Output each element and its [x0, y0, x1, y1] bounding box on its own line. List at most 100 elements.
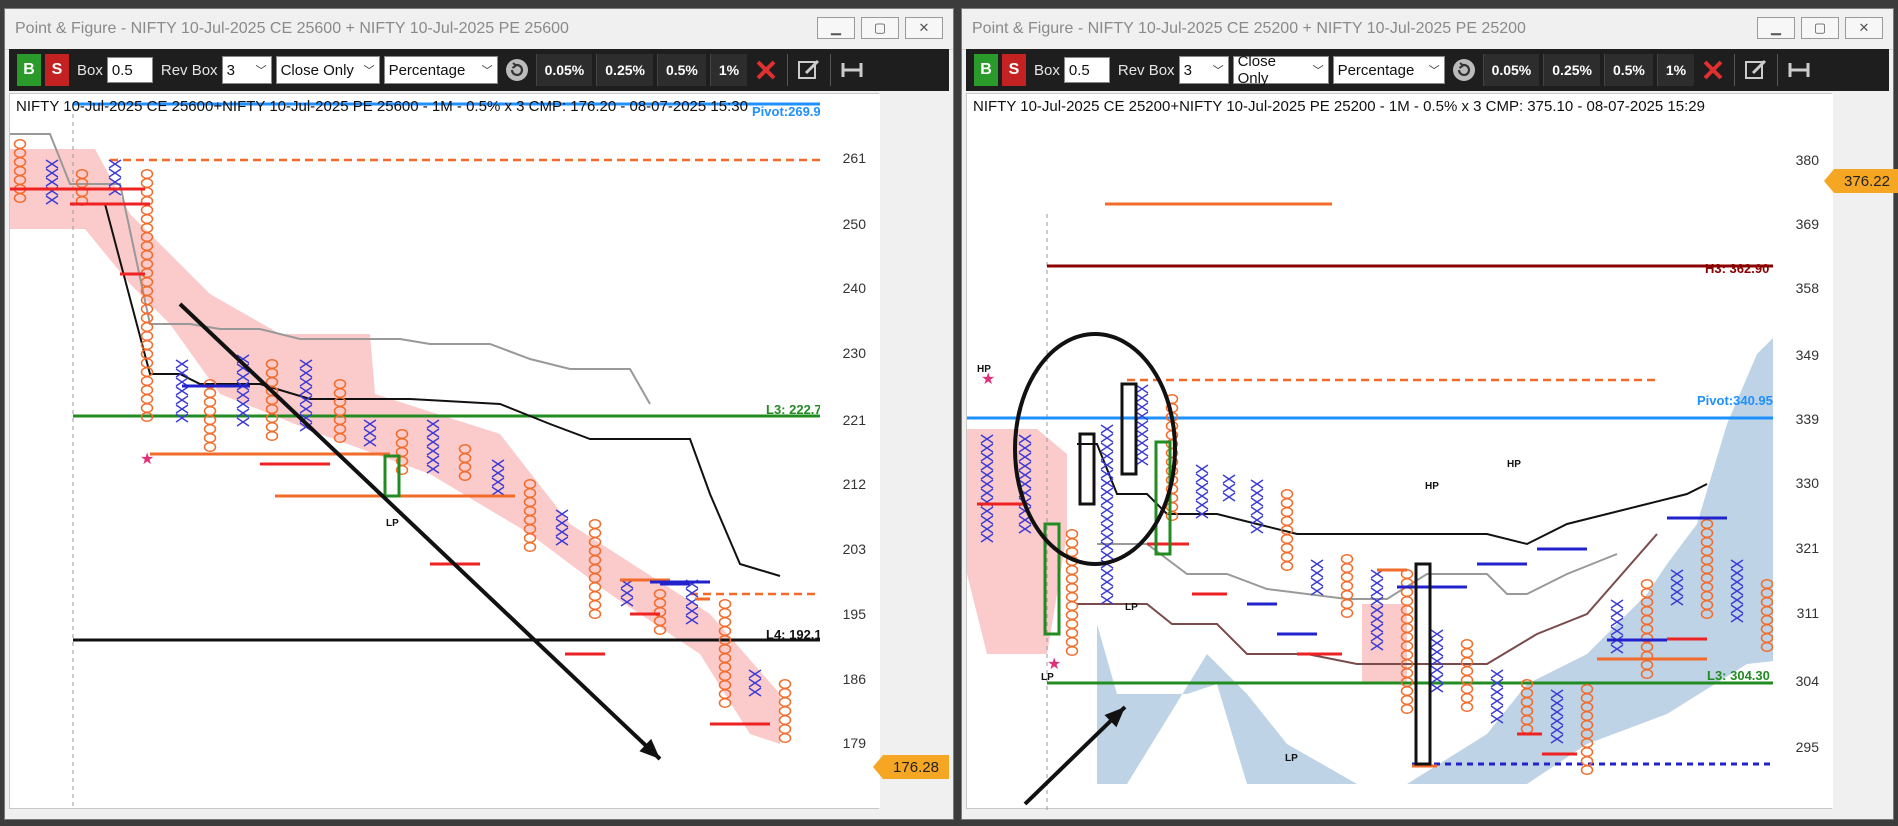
o-box	[588, 590, 602, 602]
o-box	[1460, 665, 1474, 677]
chevron-down-icon: ﹀	[1312, 65, 1324, 77]
pct-0-05-button[interactable]: 0.05%	[535, 54, 593, 86]
maximize-icon[interactable]: ▢	[1801, 17, 1839, 39]
refresh-icon[interactable]	[502, 55, 532, 85]
left-toolbar: B S Box 0.5 Rev Box 3 ﹀ Close Only ﹀ Perce…	[9, 49, 949, 91]
o-box	[523, 541, 537, 553]
x-box	[1490, 669, 1504, 679]
o-box	[1460, 683, 1474, 695]
x-box	[1100, 532, 1114, 542]
pct-0-5-button[interactable]: 0.5%	[1603, 54, 1653, 86]
resistance-cloud	[1362, 604, 1407, 684]
right-chart-area[interactable]: ★ ★ NIFTY 10-Jul-2025 CE 25200+NIFTY 10-J…	[966, 93, 1833, 810]
x-box	[1100, 595, 1114, 605]
close-icon[interactable]: ✕	[1845, 17, 1883, 39]
method-select[interactable]: Close Only ﹀	[1232, 53, 1329, 87]
right-title-bar[interactable]: Point & Figure - NIFTY 10-Jul-2025 CE 25…	[962, 9, 1893, 50]
pct-1-button[interactable]: 1%	[709, 54, 748, 86]
pin-icon[interactable]	[837, 55, 867, 85]
o-box	[1165, 501, 1179, 513]
lp-marker: LP	[386, 518, 399, 529]
box-label: Box	[1034, 61, 1060, 79]
x-box	[175, 404, 189, 414]
rev-box-label: Rev Box	[1117, 61, 1175, 79]
o-box	[1340, 571, 1354, 583]
pivot-label: Pivot:269.90	[752, 104, 828, 119]
o-box	[1165, 510, 1179, 522]
pct-0-5-button[interactable]: 0.5%	[656, 54, 706, 86]
x-box	[1222, 492, 1236, 502]
close-icon[interactable]: ✕	[905, 17, 943, 39]
refresh-icon[interactable]	[1449, 55, 1479, 85]
price-tick: 186	[842, 671, 866, 687]
left-chart-info: NIFTY 10-Jul-2025 CE 25600+NIFTY 10-Jul-…	[16, 98, 748, 115]
pin-icon[interactable]	[1784, 55, 1814, 85]
o-box	[203, 441, 217, 453]
chevron-down-icon: ﹀	[363, 65, 375, 77]
support-cloud	[1097, 314, 1833, 784]
price-tick: 195	[842, 606, 866, 622]
sell-button[interactable]: S	[1002, 54, 1026, 86]
lp-marker: LP	[1125, 602, 1138, 613]
maximize-icon[interactable]: ▢	[861, 17, 899, 39]
o-box	[1340, 607, 1354, 619]
right-pnf-chart: ★★	[967, 202, 1833, 810]
minimize-icon[interactable]: ▁	[817, 17, 855, 39]
chevron-down-icon: ﹀	[255, 65, 267, 77]
x-box	[1222, 483, 1236, 493]
x-box	[1100, 577, 1114, 587]
price-tick: 339	[1795, 411, 1819, 427]
x-box	[1490, 696, 1504, 706]
edit-icon[interactable]	[794, 55, 824, 85]
o-box	[778, 723, 792, 735]
x-box	[236, 417, 250, 427]
method-value: Close Only	[1237, 53, 1276, 87]
buy-button[interactable]: B	[17, 54, 41, 86]
chevron-down-icon: ﹀	[1212, 65, 1224, 77]
o-box	[588, 608, 602, 620]
h3-label: H3: 362.90	[1705, 261, 1770, 276]
left-chart-area[interactable]: ★ NIFTY 10-Jul-2025 CE 25600+NIFTY 10-Ju…	[9, 93, 880, 810]
o-box	[1065, 537, 1079, 549]
delete-icon[interactable]	[1698, 55, 1728, 85]
sell-button[interactable]: S	[45, 54, 69, 86]
o-box	[1065, 591, 1079, 603]
price-tick: 330	[1795, 475, 1819, 491]
o-box	[1340, 580, 1354, 592]
o-box	[1280, 560, 1294, 572]
o-box	[778, 696, 792, 708]
price-tick: 349	[1795, 347, 1819, 363]
o-box	[203, 396, 217, 408]
trend-arrow	[178, 302, 662, 761]
pct-0-25-button[interactable]: 0.25%	[596, 54, 653, 86]
scale-select[interactable]: Percentage ﹀	[1332, 56, 1445, 84]
rev-box-select[interactable]: 3 ﹀	[1178, 56, 1229, 84]
method-select[interactable]: Close Only ﹀	[275, 56, 380, 84]
rev-box-value: 3	[1183, 61, 1192, 79]
x-box	[1250, 479, 1264, 489]
x-box	[1100, 550, 1114, 560]
x-box	[1100, 523, 1114, 533]
o-box	[1280, 533, 1294, 545]
price-tick: 250	[842, 216, 866, 232]
o-box	[1280, 488, 1294, 500]
left-title-bar[interactable]: Point & Figure - NIFTY 10-Jul-2025 CE 25…	[5, 9, 953, 50]
box-size-input[interactable]: 0.5	[106, 57, 153, 83]
x-box	[1430, 629, 1444, 639]
rev-box-select[interactable]: 3 ﹀	[221, 56, 272, 84]
o-box	[140, 366, 154, 378]
box-size-input[interactable]: 0.5	[1063, 57, 1110, 83]
delete-icon[interactable]	[751, 55, 781, 85]
o-box	[140, 213, 154, 225]
pct-0-05-button[interactable]: 0.05%	[1482, 54, 1540, 86]
scale-select[interactable]: Percentage ﹀	[383, 56, 498, 84]
pct-0-25-button[interactable]: 0.25%	[1543, 54, 1600, 86]
edit-icon[interactable]	[1741, 55, 1771, 85]
right-window-title: Point & Figure - NIFTY 10-Jul-2025 CE 25…	[972, 20, 1526, 37]
buy-button[interactable]: B	[974, 54, 998, 86]
o-box	[140, 204, 154, 216]
minimize-icon[interactable]: ▁	[1757, 17, 1795, 39]
o-box	[140, 330, 154, 342]
pct-1-button[interactable]: 1%	[1656, 54, 1695, 86]
x-box	[1135, 384, 1149, 394]
